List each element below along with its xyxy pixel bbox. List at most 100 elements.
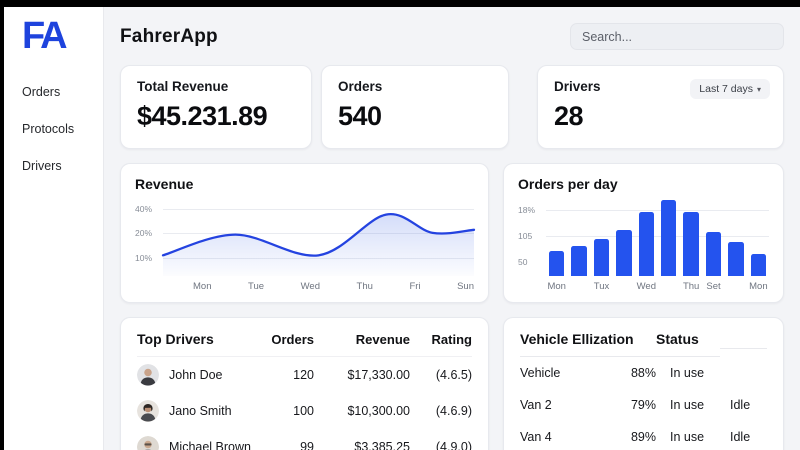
column-header-rating: Rating [410,332,472,357]
bar [683,212,699,276]
bar-slot [728,200,744,276]
vehicle-utilization-pct: 89% [630,430,656,444]
sidebar-item-protocols[interactable]: Protocols [22,122,103,136]
vehicle-name: Vehicle [520,366,561,380]
driver-rating: (4.6.9) [435,404,472,418]
driver-name-cell: Jano Smith [137,393,258,429]
driver-name: Michael Brown [169,440,251,450]
driver-revenue: $10,300.00 [347,404,410,418]
table-title: Top Drivers [137,331,258,357]
vehicle-utilization-pct: 79% [630,398,656,412]
bar [728,242,744,276]
driver-revenue: $3,385.25 [354,440,410,450]
vehicle-status-extra: Idle [730,398,751,412]
tables-row: Top Drivers Orders Revenue Rating John D… [120,317,784,450]
x-tick-label: Wed [300,281,320,292]
vehicle-name: Van 4 [520,430,552,444]
line-plot-area [163,200,474,276]
main-content: FahrerApp Total Revenue $45.231.89 Order… [104,7,800,450]
driver-rating: (4.9.0) [435,440,472,450]
y-tick: 10% [135,252,153,263]
driver-orders: 99 [300,440,314,450]
table-title: Vehicle Ellization [520,331,656,357]
revenue-line-chart: 40% 20% 10% [135,200,474,276]
driver-revenue: $17,330.00 [347,368,410,382]
bar [638,212,655,276]
stat-value: 540 [338,101,382,131]
avatar [137,400,159,422]
y-tick: 18% [518,204,536,215]
orders-chart-card: Orders per day 18% 105 50 Mon Tux Wed Thu Se… [503,163,784,303]
charts-row: Revenue 40% 20% 10% Mon Tue Wed Thu Fri … [120,163,784,303]
vehicle-status: In use [670,366,705,380]
bar-slot [571,200,587,276]
bar-slot [616,200,632,276]
bar [661,200,677,276]
bar-slot: Tux [593,200,610,292]
revenue-line-svg [163,200,474,276]
y-tick: 40% [135,204,153,215]
top-drivers-table: Top Drivers Orders Revenue Rating John D… [137,331,472,450]
stat-label: Total Revenue [137,79,229,94]
stat-value: 28 [554,101,584,131]
driver-orders: 120 [293,368,314,382]
stat-card-orders: Orders 540 [321,65,509,149]
page-title: FahrerApp [120,25,218,47]
stats-row: Total Revenue $45.231.89 Orders 540 Driv… [120,65,784,149]
vehicle-name: Van 2 [520,398,552,412]
header-spacer [720,339,767,349]
x-tick-label: Mon [749,281,768,292]
bar [750,254,767,276]
driver-name: Jano Smith [169,404,232,418]
vehicle-utilization-table: Vehicle Ellization Status Vehicle 88% In… [520,331,767,450]
avatar [137,364,159,386]
app-window: FA Orders Protocols Drivers FahrerApp To… [4,7,800,450]
x-tick-label: Fri [409,281,421,292]
sidebar-nav: Orders Protocols Drivers [22,85,103,173]
sidebar-item-orders[interactable]: Orders [22,85,103,99]
bar [549,251,565,276]
top-bar: FahrerApp [120,23,784,50]
driver-name-cell: John Doe [137,357,258,393]
driver-orders: 100 [293,404,314,418]
chart-title: Revenue [135,176,194,192]
vehicle-status-extra: Idle [730,430,751,444]
avatar [137,436,159,450]
x-tick-label: Thu [356,281,373,292]
search-input[interactable] [570,23,784,50]
y-tick: 50 [518,256,528,267]
column-header-status: Status [656,331,720,357]
bar-slot: Set [705,200,722,292]
date-range-dropdown[interactable]: Last 7 days ▾ [690,79,770,99]
vehicle-utilization-card: Vehicle Ellization Status Vehicle 88% In… [503,317,784,450]
bar [705,231,722,276]
app-logo[interactable]: FA [22,15,103,59]
y-tick: 20% [135,228,153,239]
sidebar-item-drivers[interactable]: Drivers [22,159,103,173]
date-range-label: Last 7 days [699,83,753,95]
stat-label: Orders [338,79,383,94]
bar-slot: Mon [749,200,768,292]
vehicle-utilization-pct: 88% [630,366,656,380]
stat-card-drivers: Drivers 28 Last 7 days ▾ [537,65,784,149]
bar-slot [661,200,677,276]
stat-value: $45.231.89 [137,101,268,131]
x-tick-label: Mon [193,281,212,292]
vehicle-status-extra [720,364,767,382]
x-tick-label: Sun [457,281,474,292]
vehicle-status: In use [670,398,705,412]
line-area-fill [163,214,474,276]
x-tick-label: Wed [636,281,657,292]
bar-plot-area: Mon Tux Wed Thu Set Mon [546,200,769,292]
x-tick-label: Tue [248,281,265,292]
driver-name-cell: Michael Brown [137,429,258,450]
bar [616,230,632,276]
bar [593,238,610,276]
bar-slot: Wed [637,200,656,292]
column-header-revenue: Revenue [314,332,410,357]
chart-title: Orders per day [518,176,618,192]
chevron-down-icon: ▾ [756,84,761,94]
bar [571,245,587,276]
column-header-orders: Orders [258,332,314,357]
x-tick-label: Mon [547,281,566,292]
